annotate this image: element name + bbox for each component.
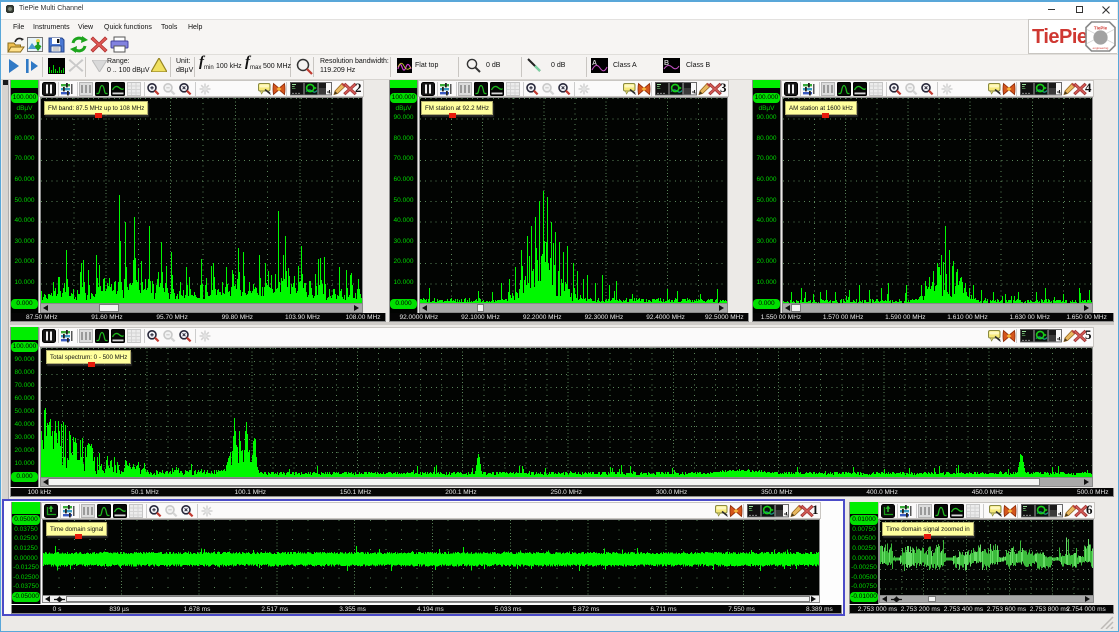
svg-text:TiePie: TiePie bbox=[1094, 25, 1108, 30]
svg-text:engineering: engineering bbox=[1093, 46, 1109, 50]
